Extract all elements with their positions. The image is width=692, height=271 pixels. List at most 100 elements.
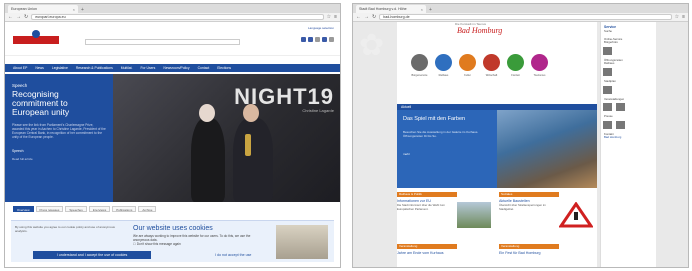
nav-item[interactable]: Newsroom/Policy: [163, 66, 189, 70]
search-input[interactable]: [85, 39, 240, 45]
address-bar[interactable]: europarl.europa.eu: [31, 14, 324, 20]
sidebar-search-label[interactable]: Suche: [601, 29, 656, 34]
bookmark-icon[interactable]: ☆: [327, 14, 331, 20]
leisure-icon[interactable]: [507, 54, 524, 71]
people-icon[interactable]: [603, 67, 612, 76]
browser-window-europarl: European Union × + ← → ↻ europarl.europa…: [4, 3, 341, 268]
tab-publications[interactable]: Publications: [112, 206, 137, 212]
screen-icon[interactable]: [603, 120, 612, 129]
nav-item[interactable]: Research & Publications: [76, 66, 113, 70]
site-header: Language selection: [5, 22, 340, 56]
forward-icon[interactable]: →: [16, 14, 21, 20]
hero-more-link[interactable]: mehr: [403, 152, 410, 156]
nav-item[interactable]: Contact: [198, 66, 210, 70]
content-tabs: Overview Press releases Speeches Intervi…: [5, 202, 340, 212]
hero-subtitle: Besuchen Sie die Ausstellung in der Gale…: [403, 130, 479, 138]
tab-press-releases[interactable]: Press releases: [35, 206, 64, 212]
bookmark-icon[interactable]: ☆: [675, 14, 679, 20]
back-icon[interactable]: ←: [8, 14, 13, 20]
nav-item[interactable]: Multilat.: [121, 66, 133, 70]
key-icon[interactable]: [603, 103, 612, 112]
news-category: Rathaus & Politik: [397, 192, 457, 197]
cookie-checkbox-label: Don't show this message again: [136, 242, 181, 246]
site-logo[interactable]: Bad Homburg: [457, 26, 502, 35]
hero-text-panel: Speech Recognising commitment to Europea…: [5, 74, 113, 202]
forward-icon[interactable]: →: [364, 14, 369, 20]
reject-cookies-button[interactable]: I do not accept the use: [215, 251, 275, 259]
tab-bar: European Union × +: [5, 4, 340, 13]
background-crest-icon: ✿: [359, 29, 385, 62]
reload-icon[interactable]: ↻: [24, 14, 28, 20]
menu-icon[interactable]: ≡: [334, 14, 337, 20]
sidebar: Service Suche Online-Service Bürgerbüro …: [600, 22, 656, 267]
tab-interviews[interactable]: Interviews: [88, 206, 111, 212]
youtube-icon[interactable]: [322, 37, 327, 42]
cookie-banner: By using this website you agree to our c…: [11, 220, 334, 262]
news-text: Die Stadt informiert über die Wahl zum E…: [397, 203, 445, 211]
quick-icon-labels: Bürgerservice Rathaus Kultur Wirtschaft …: [409, 74, 550, 77]
news-title[interactable]: Jahre am Ende vom Kurhaus: [397, 251, 493, 255]
sidebar-item[interactable]: Veranstaltungen: [601, 97, 656, 102]
nav-item[interactable]: Legislative: [52, 66, 68, 70]
townhall-building-icon[interactable]: [603, 46, 612, 55]
ep-logo[interactable]: [13, 30, 59, 48]
sidebar-item[interactable]: Stadtplan: [601, 79, 656, 84]
sidebar-item[interactable]: Bad Homburg: [601, 136, 656, 140]
cookie-image: [276, 225, 328, 259]
browser-tab[interactable]: European Union ×: [8, 5, 78, 13]
sidebar-item[interactable]: Rathaus: [601, 62, 656, 66]
news-item[interactable]: Veranstaltung Jahre am Ende vom Kurhaus: [397, 244, 493, 255]
map-icon[interactable]: [603, 85, 612, 94]
facebook-icon[interactable]: [301, 37, 306, 42]
hero-title[interactable]: Recognising commitment to European unity: [12, 90, 106, 117]
news-item[interactable]: Veranstaltung Ein Fest für Bad Homburg: [499, 244, 595, 255]
news-item[interactable]: Soziales Aktuelle Baustellen Übersicht ü…: [499, 192, 595, 228]
new-tab-icon[interactable]: +: [426, 7, 435, 13]
tab-overview[interactable]: Overview: [13, 206, 34, 212]
townhall-icon[interactable]: [435, 54, 452, 71]
tab-archive[interactable]: Archive: [138, 206, 157, 212]
news-title[interactable]: Ein Fest für Bad Homburg: [499, 251, 595, 255]
address-bar[interactable]: bad-homburg.de: [379, 14, 672, 20]
citizen-service-icon[interactable]: [411, 54, 428, 71]
close-tab-icon[interactable]: ×: [73, 7, 75, 12]
sidebar-item[interactable]: Presse: [601, 115, 656, 119]
book-icon[interactable]: [616, 103, 625, 112]
hero-image: [497, 110, 597, 188]
menu-icon[interactable]: ≡: [682, 14, 685, 20]
close-tab-icon[interactable]: ×: [421, 7, 423, 12]
economy-icon[interactable]: [483, 54, 500, 71]
culture-icon[interactable]: [459, 54, 476, 71]
rss-icon[interactable]: [315, 37, 320, 42]
tab-speeches[interactable]: Speeches: [65, 206, 87, 212]
nav-item[interactable]: Elections: [217, 66, 231, 70]
nav-item[interactable]: News: [35, 66, 43, 70]
hero-read-more-link[interactable]: Read full article: [12, 157, 106, 161]
hero-link[interactable]: Speech: [12, 149, 106, 153]
news-category: Veranstaltung: [499, 244, 559, 249]
twitter-icon[interactable]: [308, 37, 313, 42]
icon-label: Bürgerservice: [411, 74, 428, 77]
news-category: Veranstaltung: [397, 244, 457, 249]
news-text: Übersicht über Straßensperrungen im Stad…: [499, 203, 546, 211]
share-icon[interactable]: [329, 37, 334, 42]
calendar-icon[interactable]: [616, 120, 625, 129]
tourism-icon[interactable]: [531, 54, 548, 71]
sidebar-item[interactable]: Bürgerbüro: [601, 41, 656, 45]
news-item[interactable]: Rathaus & Politik Informationen zur EU D…: [397, 192, 493, 228]
top-links[interactable]: Language selection: [308, 26, 334, 30]
hero-title[interactable]: Das Spiel mit den Farben: [403, 116, 483, 122]
tab-title: European Union: [11, 7, 37, 11]
reload-icon[interactable]: ↻: [372, 14, 376, 20]
back-icon[interactable]: ←: [356, 14, 361, 20]
browser-tab[interactable]: Stadt Bad Homburg v.d. Höhe ×: [356, 5, 426, 13]
icon-label: Wirtschaft: [485, 74, 498, 77]
cookie-checkbox[interactable]: ☐ Don't show this message again: [133, 242, 181, 246]
browser-window-bad-homburg: Stadt Bad Homburg v.d. Höhe × + ← → ↻ ba…: [352, 3, 689, 268]
hero-text: Please see the link from Parliament's Ch…: [12, 123, 106, 139]
nav-item[interactable]: About EP: [13, 66, 27, 70]
nav-item[interactable]: For Users: [140, 66, 155, 70]
new-tab-icon[interactable]: +: [78, 7, 87, 13]
hero-teaser[interactable]: Das Spiel mit den Farben Besuchen Sie di…: [397, 110, 597, 188]
accept-cookies-button[interactable]: I understand and I accept the use of coo…: [33, 251, 151, 259]
